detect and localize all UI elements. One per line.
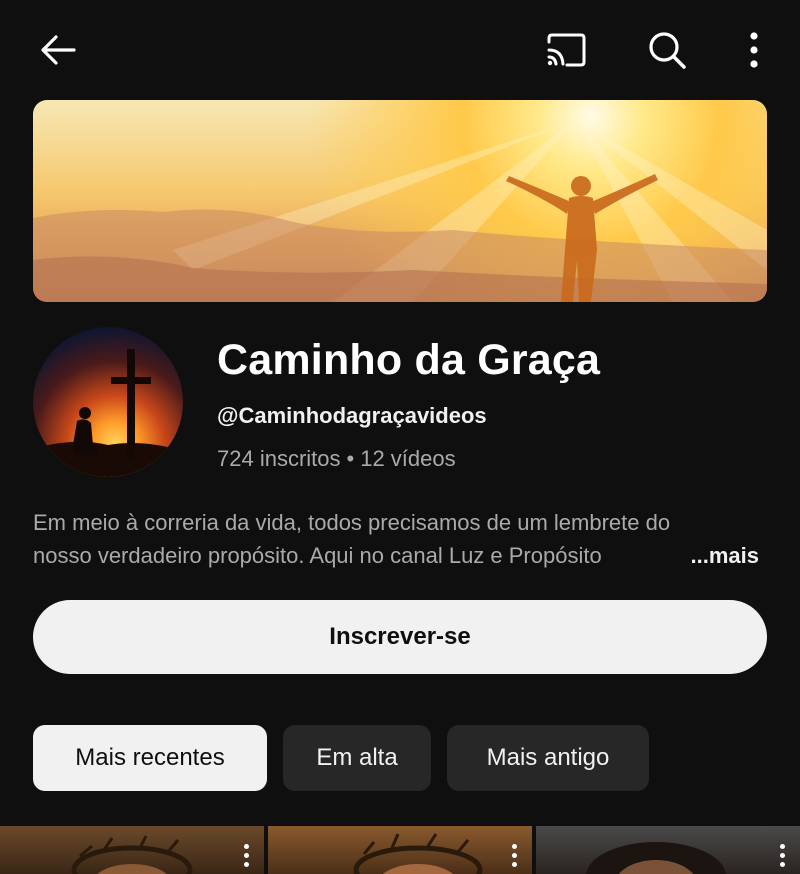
description-line: Em meio à correria da vida, todos precis… (33, 510, 671, 535)
video-thumbnail[interactable] (536, 826, 800, 874)
channel-stats: 724 inscritos • 12 vídeos (217, 446, 456, 472)
channel-description[interactable]: Em meio à correria da vida, todos precis… (33, 506, 767, 572)
more-vertical-icon[interactable] (512, 844, 518, 871)
banner-illustration (33, 120, 767, 302)
video-thumbnail[interactable] (268, 826, 532, 874)
more-vertical-icon[interactable] (780, 844, 786, 871)
chip-em-alta[interactable]: Em alta (283, 725, 431, 791)
search-icon (649, 32, 686, 69)
thumbnail-image (71, 835, 193, 874)
video-thumbnail[interactable] (0, 826, 264, 874)
stats-separator: • (346, 446, 355, 471)
channel-avatar[interactable] (33, 327, 183, 477)
top-bar (0, 0, 800, 100)
description-line-truncated: nosso verdadeiro propósito. Aqui no cana… (33, 539, 767, 572)
more-vertical-icon[interactable] (244, 844, 250, 871)
cast-icon (547, 33, 586, 67)
subscribe-button[interactable]: Inscrever-se (33, 600, 767, 674)
description-line: nosso verdadeiro propósito. Aqui no cana… (33, 543, 602, 568)
chip-mais-antigo[interactable]: Mais antigo (447, 725, 649, 791)
more-link[interactable]: ...mais (691, 539, 759, 572)
cross-silhouette-image (33, 349, 183, 477)
more-options-button[interactable] (726, 22, 782, 78)
more-vertical-icon (750, 32, 758, 68)
back-button[interactable] (30, 22, 86, 78)
cast-button[interactable] (537, 22, 593, 78)
search-button[interactable] (639, 22, 695, 78)
channel-banner (33, 100, 767, 302)
thumbnail-image (586, 842, 726, 874)
chip-mais-recentes[interactable]: Mais recentes (33, 725, 267, 791)
arrow-left-icon (41, 35, 76, 65)
channel-handle: @Caminhodagraçavideos (217, 403, 487, 428)
channel-name: Caminho da Graça (217, 336, 601, 384)
subscriber-count: 724 inscritos (217, 446, 341, 471)
thumbnail-image (353, 833, 483, 874)
video-count: 12 vídeos (360, 446, 456, 471)
